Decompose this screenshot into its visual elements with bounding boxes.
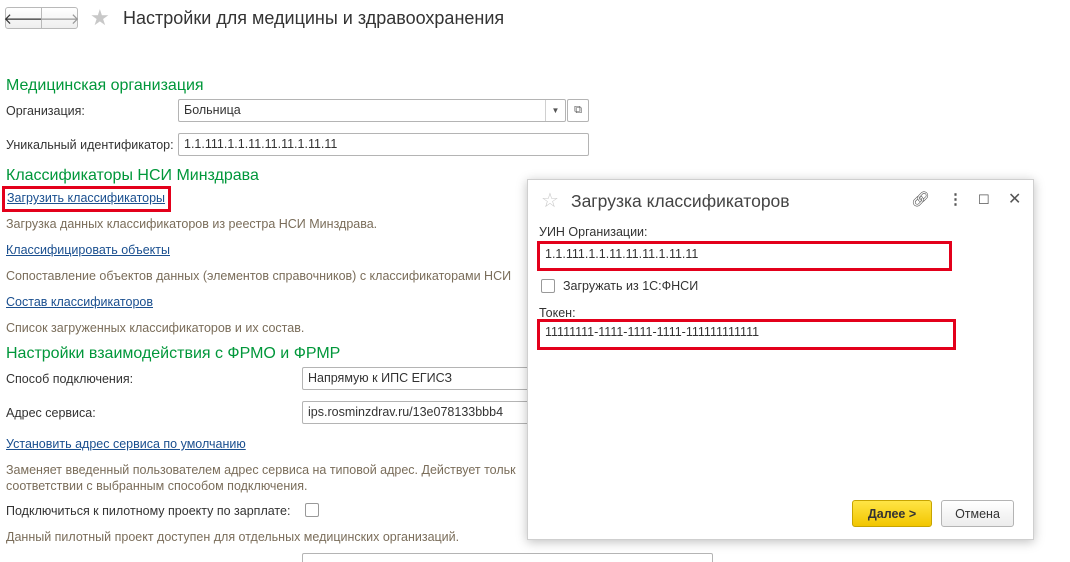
classify-objects-link[interactable]: Классифицировать объекты [6, 243, 170, 257]
open-icon[interactable]: ⧉ [567, 99, 589, 122]
back-button[interactable]: 🡐 [3, 7, 44, 29]
favorite-star-icon[interactable]: ★ [90, 6, 110, 30]
address-field[interactable]: ips.rosminzdrav.ru/13e078133bbb4 [302, 401, 542, 424]
next-button[interactable]: Далее > [852, 500, 932, 527]
composition-link[interactable]: Состав классификаторов [6, 295, 153, 309]
arrow-right-icon: 🡒 [39, 10, 80, 28]
org-field[interactable]: Больница ▼ [178, 99, 566, 122]
address-label: Адрес сервиса: [6, 406, 96, 420]
close-icon[interactable]: ✕ [1008, 189, 1021, 209]
cancel-button[interactable]: Отмена [941, 500, 1014, 527]
default-note-line2: соответствии с выбранным способом подклю… [6, 479, 308, 493]
maximize-icon[interactable]: ☐ [978, 192, 990, 208]
token-value: 11111111-1111-1111-1111-111111111111 [545, 325, 760, 339]
token-field[interactable]: 11111111-1111-1111-1111-111111111111 [540, 322, 953, 347]
more-icon[interactable]: ⋮ [948, 190, 963, 208]
load-classifiers-dialog: ☆ Загрузка классификаторов 🔗︎ ⋮ ☐ ✕ УИН … [527, 179, 1034, 540]
pilot-label: Подключиться к пилотному проекту по зарп… [6, 504, 291, 518]
token-label: Токен: [539, 306, 576, 320]
dialog-title: Загрузка классификаторов [571, 191, 790, 211]
dropdown-arrow-icon[interactable]: ▼ [545, 100, 565, 121]
page-title: Настройки для медицины и здравоохранения [123, 8, 505, 28]
fnsi-checkbox[interactable] [541, 279, 555, 293]
load-classifiers-link[interactable]: Загрузить классификаторы [7, 191, 165, 205]
bottom-field-partial[interactable] [302, 553, 713, 562]
pilot-note: Данный пилотный проект доступен для отде… [6, 530, 460, 544]
default-address-link[interactable]: Установить адрес сервиса по умолчанию [6, 437, 246, 451]
uin-label: УИН Организации: [539, 225, 648, 239]
load-note: Загрузка данных классификаторов из реест… [6, 217, 378, 231]
address-value: ips.rosminzdrav.ru/13e078133bbb4 [308, 405, 504, 419]
uin-field[interactable]: 1.1.111.1.1.11.11.11.1.11.11 [540, 244, 949, 268]
forward-button[interactable]: 🡒 [39, 7, 80, 29]
pilot-checkbox[interactable] [305, 503, 319, 517]
fnsi-label: Загружать из 1С:ФНСИ [563, 279, 699, 293]
composition-note: Список загруженных классификаторов и их … [6, 321, 305, 335]
section-frmo-title: Настройки взаимодействия с ФРМО и ФРМР [6, 345, 341, 362]
section-classifiers-title: Классификаторы НСИ Минздрава [6, 167, 259, 184]
classify-note: Сопоставление объектов данных (элементов… [6, 269, 512, 283]
section-med-org-title: Медицинская организация [6, 77, 204, 94]
uid-field[interactable]: 1.1.111.1.1.11.11.11.1.11.11 [178, 133, 589, 156]
connection-value: Напрямую к ИПС ЕГИСЗ [308, 371, 453, 385]
org-label: Организация: [6, 104, 85, 118]
connection-field[interactable]: Напрямую к ИПС ЕГИСЗ [302, 367, 542, 390]
default-note-line1: Заменяет введенный пользователем адрес с… [6, 463, 516, 477]
dialog-favorite-star-icon[interactable]: ☆ [541, 188, 559, 213]
connection-label: Способ подключения: [6, 372, 134, 386]
org-value: Больница [184, 103, 241, 117]
uid-value: 1.1.111.1.1.11.11.11.1.11.11 [184, 137, 338, 151]
arrow-left-icon: 🡐 [3, 10, 44, 28]
uin-value: 1.1.111.1.1.11.11.11.1.11.11 [545, 247, 699, 261]
uid-label: Уникальный идентификатор: [6, 138, 174, 152]
link-icon[interactable]: 🔗︎ [911, 190, 930, 208]
